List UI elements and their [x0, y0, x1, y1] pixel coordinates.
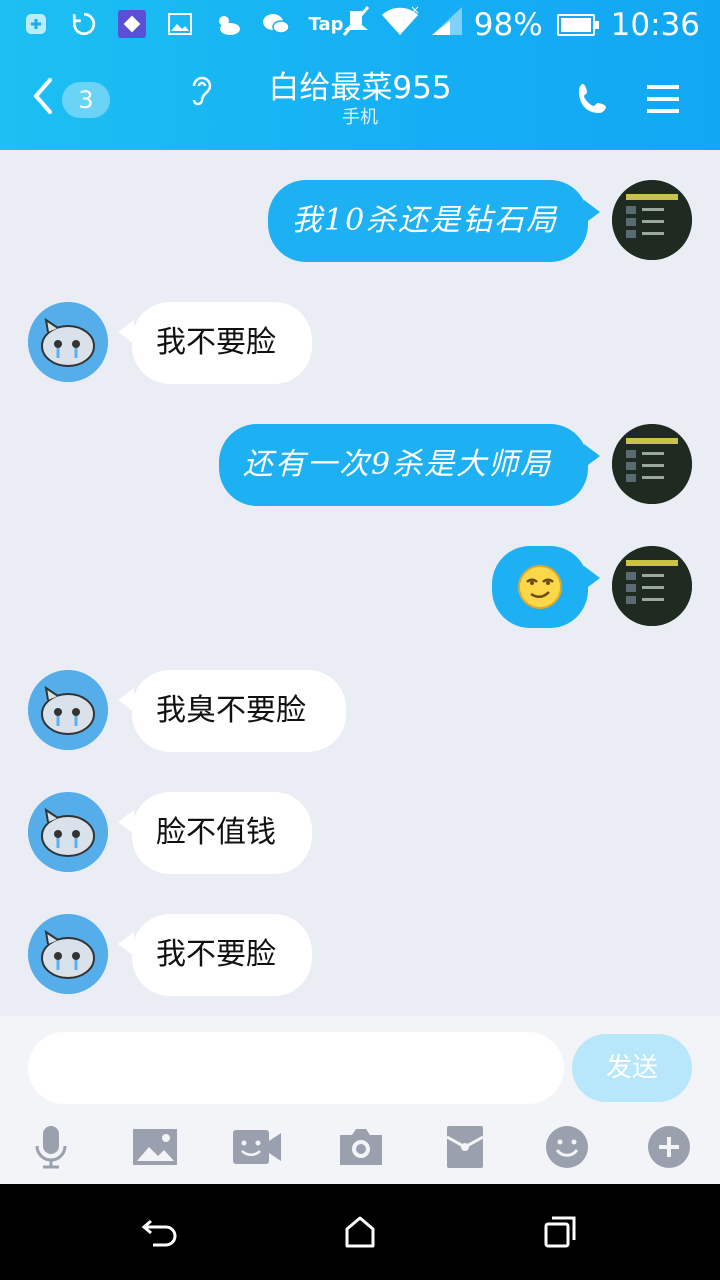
status-right: × 98% 10:36 [342, 3, 700, 45]
tap-icon: Tap [308, 13, 344, 35]
composer-bar: 发送 [0, 1016, 720, 1184]
wifi-icon: × [380, 3, 420, 45]
sync-icon [70, 10, 98, 38]
contact-avatar[interactable] [28, 792, 108, 872]
call-button[interactable] [568, 74, 618, 124]
nav-home-button[interactable] [340, 1214, 380, 1250]
image-icon [166, 10, 194, 38]
smirk-emoji-icon [518, 565, 562, 609]
battery-percent: 98% [473, 7, 543, 43]
signal-icon [430, 5, 464, 45]
contact-status: 手机 [342, 107, 378, 128]
photo-button[interactable] [130, 1124, 180, 1170]
plus-icon [648, 1126, 690, 1168]
red-packet-icon [446, 1126, 484, 1168]
phone-icon [579, 84, 606, 113]
menu-button[interactable] [638, 74, 688, 124]
chevron-left-icon [33, 78, 52, 114]
red-packet-button[interactable] [440, 1124, 490, 1170]
send-button[interactable]: 发送 [572, 1034, 692, 1102]
self-avatar[interactable] [612, 546, 692, 626]
image-icon [133, 1129, 177, 1165]
plus-badge-icon [22, 10, 50, 38]
recents-icon [544, 1216, 576, 1248]
message-input[interactable] [28, 1032, 564, 1104]
message-bubble[interactable]: 我10杀还是钻石局 [268, 180, 588, 262]
ear-icon [188, 72, 214, 113]
message-bubble[interactable]: 我不要脸 [132, 914, 312, 996]
message-bubble[interactable]: 脸不值钱 [132, 792, 312, 874]
message-bubble[interactable]: 我不要脸 [132, 302, 312, 384]
nav-recents-button[interactable] [540, 1214, 580, 1250]
wechat-icon [262, 10, 290, 38]
camera-icon [340, 1129, 382, 1165]
back-icon [141, 1219, 177, 1247]
message-bubble[interactable]: 我臭不要脸 [132, 670, 346, 752]
system-navbar [0, 1184, 720, 1280]
page-title: 白给最菜955 [268, 70, 452, 106]
nav-back-button[interactable] [140, 1214, 180, 1250]
emoji-button[interactable] [542, 1124, 592, 1170]
mute-icon [342, 5, 370, 45]
message-bubble[interactable]: 还有一次9杀是大师局 [219, 424, 588, 506]
video-call-icon [233, 1130, 281, 1164]
app-header: Tap × 98% 10:36 3 白给最菜955 手机 [0, 0, 720, 150]
video-call-button[interactable] [232, 1124, 282, 1170]
self-avatar[interactable] [612, 424, 692, 504]
self-avatar[interactable] [612, 180, 692, 260]
contact-avatar[interactable] [28, 670, 108, 750]
emoji-icon [546, 1126, 588, 1168]
contact-avatar[interactable] [28, 914, 108, 994]
battery-icon [556, 14, 599, 36]
home-icon [345, 1216, 375, 1248]
menu-icon [647, 85, 679, 113]
camera-button[interactable] [336, 1124, 386, 1170]
message-bubble[interactable] [492, 546, 588, 628]
contact-avatar[interactable] [28, 302, 108, 382]
clock: 10:36 [610, 7, 700, 43]
status-bar: Tap × 98% 10:36 [0, 0, 720, 50]
svg-text:×: × [410, 5, 420, 17]
unread-badge[interactable]: 3 [62, 82, 110, 118]
chat-topbar: 3 白给最菜955 手机 [0, 50, 720, 150]
microphone-icon [35, 1126, 67, 1169]
chat-title-area[interactable]: 白给最菜955 手机 [192, 68, 520, 138]
weather-icon [214, 10, 242, 38]
voice-button[interactable] [26, 1124, 76, 1170]
app-icon [118, 10, 146, 38]
more-button[interactable] [644, 1124, 694, 1170]
